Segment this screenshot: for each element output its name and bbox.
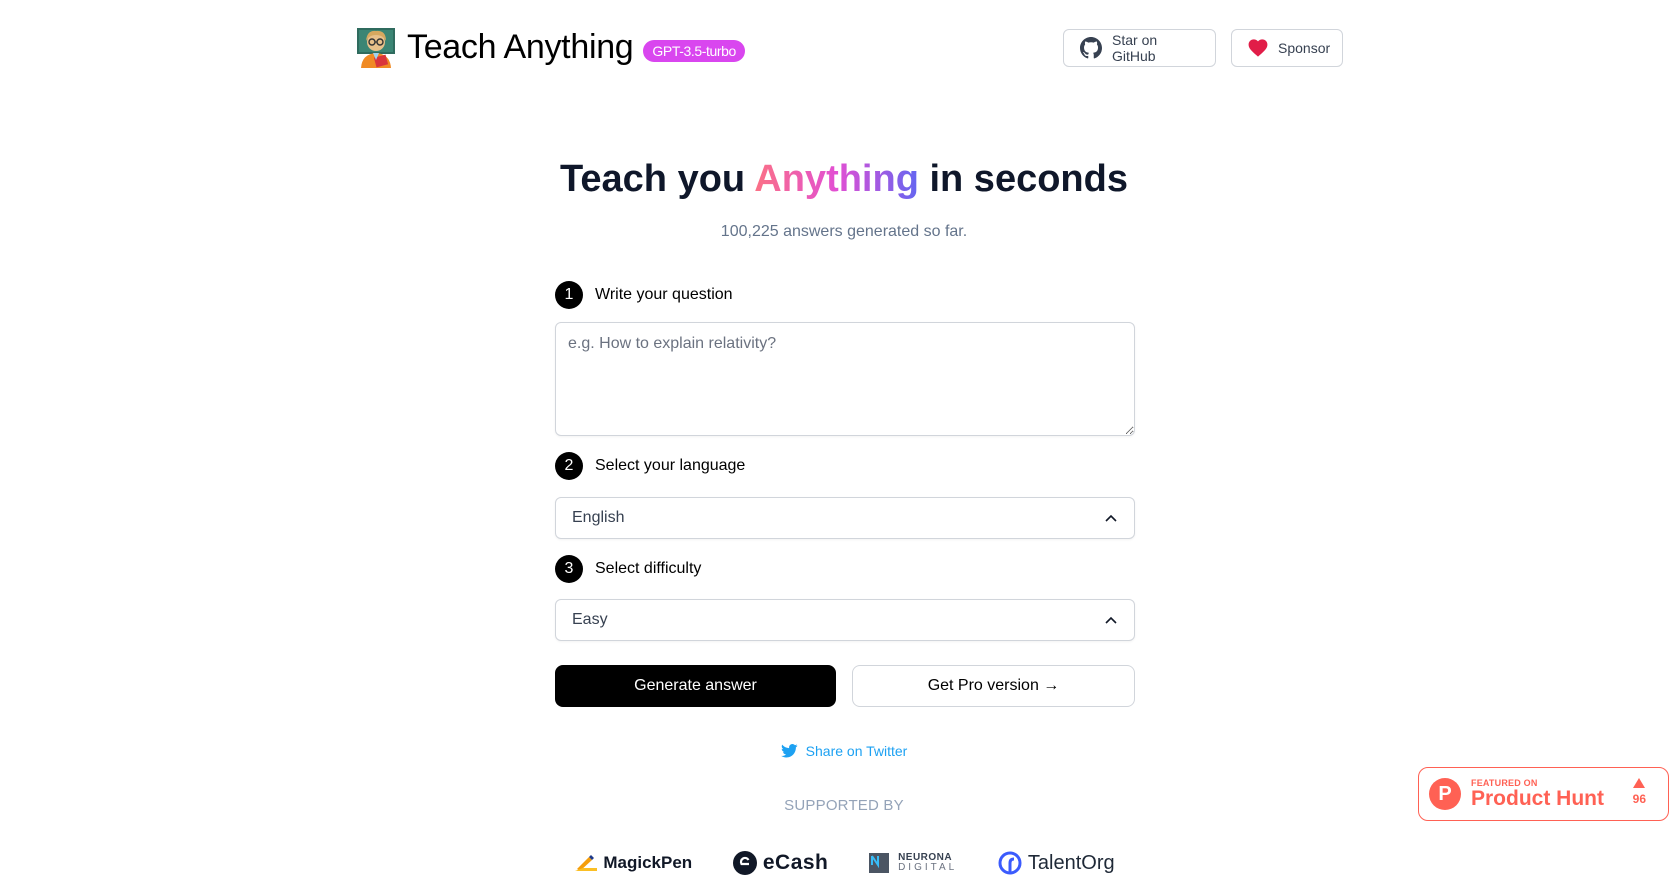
upvote-triangle-icon: [1633, 778, 1646, 788]
star-on-github-button[interactable]: Star on GitHub: [1063, 29, 1216, 67]
sponsor-neurona-digital[interactable]: NEURONA DIGITAL: [869, 853, 957, 873]
product-hunt-badge[interactable]: P FEATURED ON Product Hunt 96: [1418, 767, 1669, 821]
sponsor-name: MagickPen: [603, 853, 693, 872]
neurona-logo-icon: [869, 853, 890, 873]
chevron-up-icon: [1104, 613, 1118, 627]
chevron-up-icon: [1104, 511, 1118, 525]
pen-hand-icon: [575, 855, 598, 871]
hero-title-highlight: Anything: [754, 158, 919, 200]
get-pro-version-button[interactable]: Get Pro version →: [852, 665, 1135, 707]
sponsor-logos: MagickPen eCash NEURONA DIGITAL TalentOr…: [555, 848, 1135, 876]
sponsor-button[interactable]: Sponsor: [1231, 29, 1343, 67]
sponsor-talentorg[interactable]: TalentOrg: [998, 851, 1115, 875]
teacher-emoji-icon: [355, 26, 397, 68]
share-on-twitter-link[interactable]: Share on Twitter: [0, 743, 1680, 759]
answers-count: 100,225 answers generated so far.: [720, 223, 968, 240]
sponsor-magickpen[interactable]: MagickPen: [575, 853, 692, 873]
product-hunt-votes: 96: [1633, 778, 1646, 806]
product-hunt-logo-icon: P: [1429, 778, 1461, 810]
sponsor-name: TalentOrg: [1027, 851, 1115, 874]
step-3: 3 Select difficulty: [555, 555, 1135, 583]
question-input[interactable]: [555, 322, 1135, 436]
step-label: Select your language: [595, 457, 746, 474]
model-badge: GPT-3.5-turbo: [643, 40, 745, 62]
twitter-icon: [780, 744, 798, 758]
difficulty-selected-value: Easy: [572, 611, 608, 628]
step-label: Select difficulty: [595, 560, 702, 577]
step-2: 2 Select your language: [555, 452, 1135, 480]
product-hunt-name: Product Hunt: [1471, 787, 1604, 810]
hero-title-end: in seconds: [918, 158, 1128, 200]
step-number: 2: [555, 452, 583, 480]
github-icon: [1080, 37, 1102, 59]
step-label: Write your question: [595, 286, 733, 303]
language-selected-value: English: [572, 509, 625, 526]
sponsor-name: eCash: [762, 851, 829, 874]
share-on-twitter-label: Share on Twitter: [805, 743, 908, 759]
step-number: 3: [555, 555, 583, 583]
language-select[interactable]: English: [555, 497, 1135, 539]
star-on-github-label: Star on GitHub: [1112, 32, 1158, 64]
sponsor-ecash[interactable]: eCash: [732, 851, 829, 875]
step-1: 1 Write your question: [555, 281, 1135, 309]
talentorg-logo-icon: [998, 851, 1022, 875]
site-title[interactable]: Teach Anything: [407, 28, 634, 67]
hero-title: Teach you Anything in seconds: [0, 158, 1680, 201]
hero-title-start: Teach you: [560, 158, 755, 200]
step-number: 1: [555, 281, 583, 309]
vote-count: 96: [1632, 792, 1646, 806]
difficulty-select[interactable]: Easy: [555, 599, 1135, 641]
sponsor-subtitle: DIGITAL: [898, 862, 958, 873]
generate-answer-button[interactable]: Generate answer: [555, 665, 836, 707]
sponsor-label: Sponsor: [1278, 40, 1331, 56]
heart-icon: [1248, 39, 1268, 57]
ecash-logo-icon: [732, 851, 757, 875]
site-header: Teach Anything GPT-3.5-turbo: [355, 26, 745, 68]
